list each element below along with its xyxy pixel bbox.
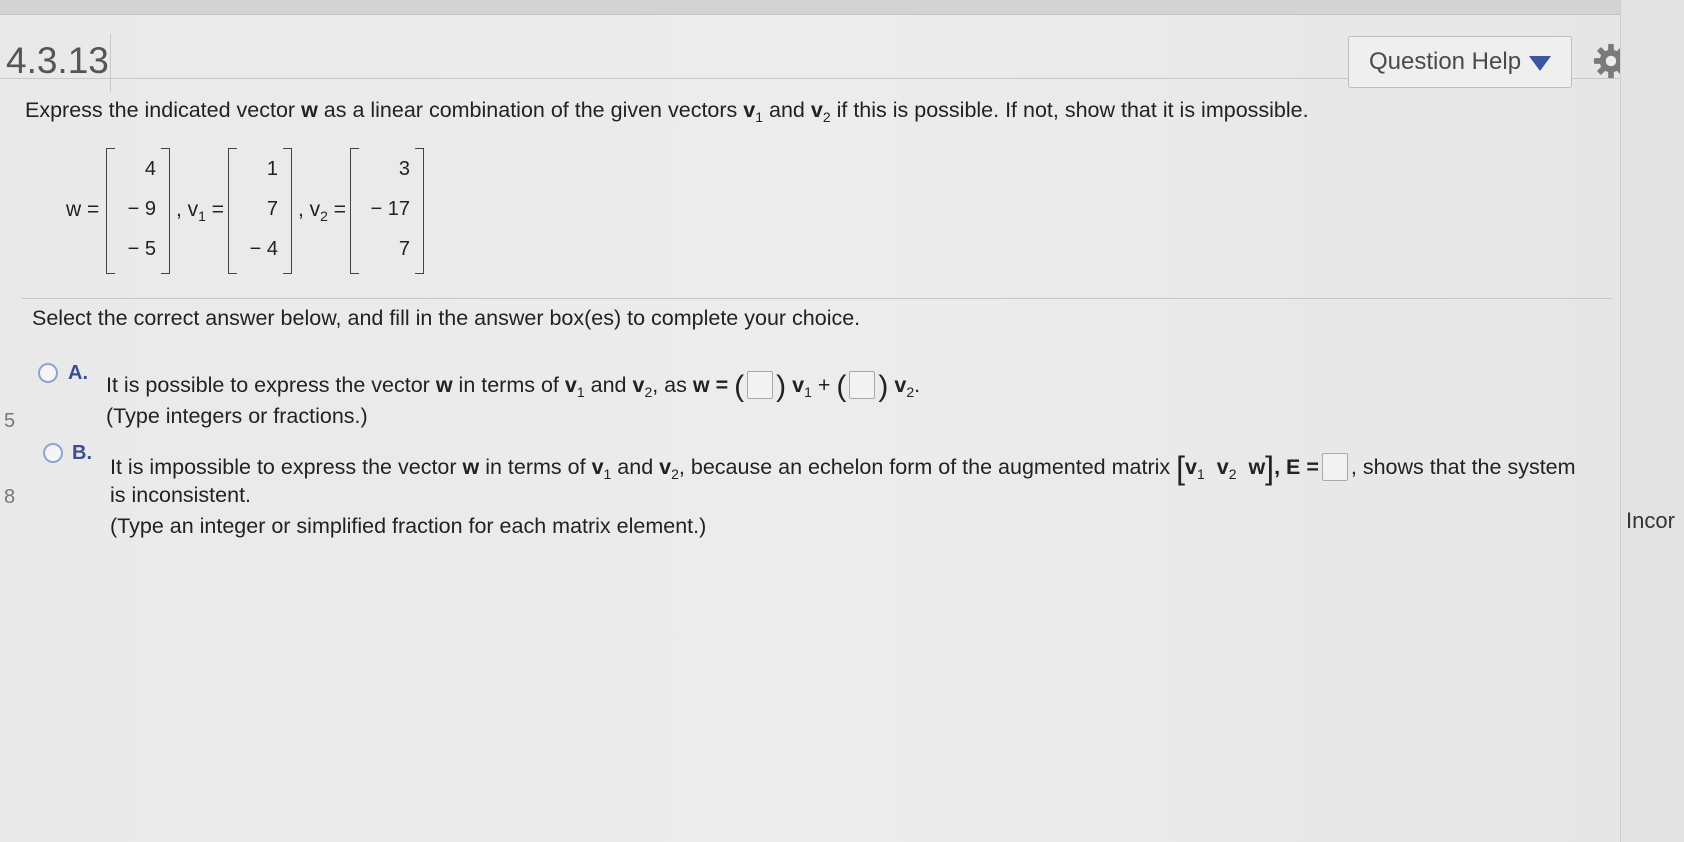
vector-v2: 3 − 17 7 [350,148,424,274]
header-divider [110,34,111,92]
v1-label: , v1 = [176,198,225,224]
v2-label: , v2 = [298,198,347,224]
option-a-text: It is possible to express the vector w i… [106,370,921,403]
top-strip [0,0,1684,15]
left-edge-number-5: 5 [4,410,16,432]
left-edge-number-8: 8 [4,486,16,508]
section-divider [22,298,1612,299]
v1-entry-3: − 4 [249,238,278,260]
question-help-button[interactable]: Question Help [1348,36,1572,88]
option-a-letter: A. [68,362,88,384]
v1-entry-1: 1 [266,158,278,180]
coefficient-1-input[interactable] [747,371,774,399]
option-a-radio[interactable] [38,363,58,383]
question-page: 4.3.13 Question Help Express the indicat… [0,0,1684,842]
coefficient-2-input[interactable] [849,371,876,399]
option-a-note: (Type integers or fractions.) [106,404,368,428]
w-label: w = [66,198,100,221]
question-help-label: Question Help [1368,48,1522,75]
option-b-text: It is impossible to express the vector w… [110,450,1576,486]
v2-entry-2: − 17 [370,198,410,220]
option-b-line2: is inconsistent. [110,483,252,507]
incorrect-status-label: Incor [1626,508,1675,533]
instruction-text: Select the correct answer below, and fil… [32,306,861,330]
option-b-radio[interactable] [43,443,63,463]
question-header: 4.3.13 Question Help [0,14,1650,92]
echelon-matrix-input[interactable] [1321,453,1348,481]
option-b-letter: B. [72,442,92,464]
v2-entry-3: 7 [398,238,410,260]
question-number: 4.3.13 [6,40,109,81]
v1-entry-2: 7 [266,198,278,220]
right-side-panel [1620,0,1684,842]
option-b-note: (Type an integer or simplified fraction … [110,514,707,538]
w-entry-1: 4 [144,158,156,180]
question-prompt: Express the indicated vector w as a line… [25,98,1309,125]
dropdown-triangle-icon [1529,56,1552,71]
w-entry-2: − 9 [127,198,156,220]
vector-v1: 1 7 − 4 [228,148,292,274]
vector-w: 4 − 9 − 5 [106,148,170,274]
w-entry-3: − 5 [127,238,156,260]
v2-entry-1: 3 [398,158,410,180]
